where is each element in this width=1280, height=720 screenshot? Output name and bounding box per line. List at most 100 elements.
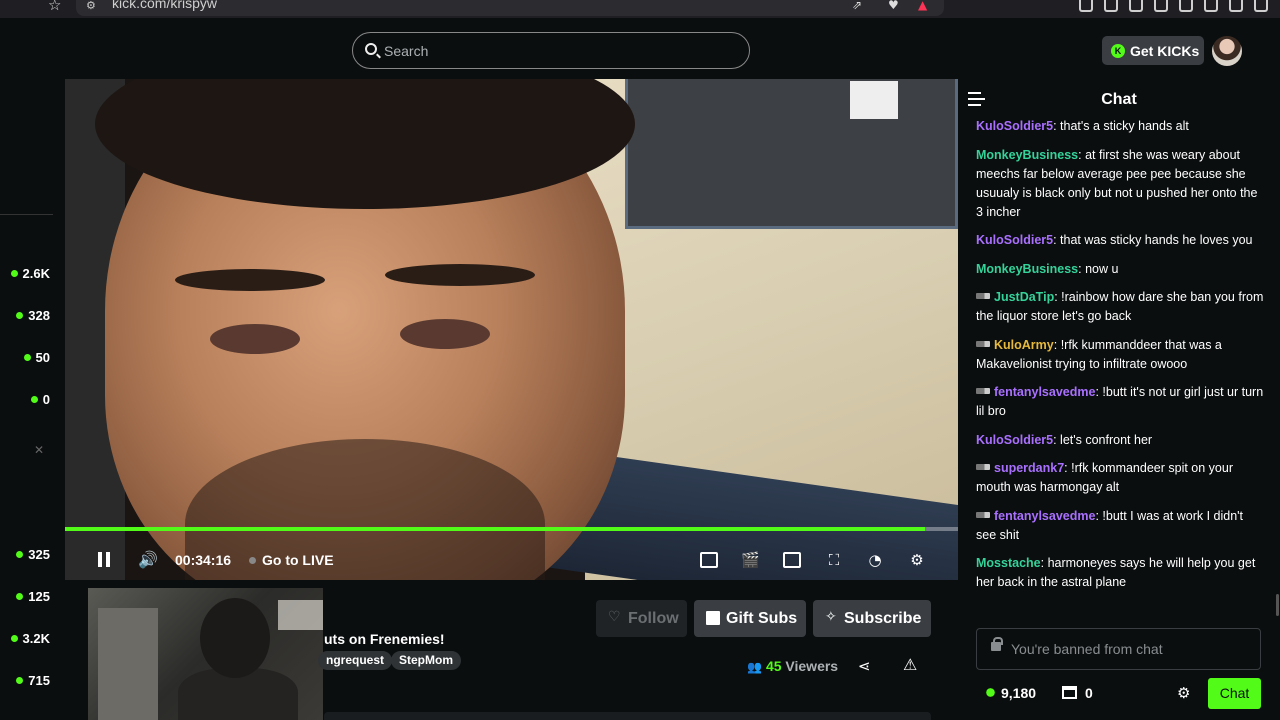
chat-input-banned: You're banned from chat bbox=[976, 628, 1261, 670]
chat-header: Chat bbox=[958, 79, 1280, 119]
sidebar-channel[interactable]: 0 bbox=[0, 392, 50, 407]
chat-badge-icon bbox=[976, 293, 990, 299]
viewers-icon: 👥 bbox=[747, 660, 762, 674]
store-button[interactable]: 0 bbox=[1062, 685, 1093, 701]
live-dot-icon bbox=[10, 270, 18, 277]
chat-messages: KuloSoldier5: that's a sticky hands alt M… bbox=[976, 117, 1266, 602]
sidebar-channel[interactable]: 325 bbox=[0, 547, 50, 562]
chat-separator: : bbox=[1053, 233, 1061, 247]
site-info-icon[interactable]: ⚙ bbox=[86, 0, 96, 12]
chat-username[interactable]: Mosstache bbox=[976, 556, 1041, 570]
browser-toolbar: ☆ ⚙ kick.com/krispyw ⇗ ♥ ▲ bbox=[0, 0, 1280, 18]
go-live-label: Go to LIVE bbox=[262, 552, 334, 568]
sparkle-icon: ✧ bbox=[825, 609, 837, 625]
points-icon bbox=[984, 686, 997, 699]
viewer-label: Viewers bbox=[781, 658, 839, 674]
chat-badge-icon bbox=[976, 511, 990, 518]
playback-speed-icon[interactable]: ◔ bbox=[866, 552, 884, 568]
report-warning-icon[interactable]: ⚠ bbox=[903, 655, 917, 674]
menu-icon[interactable] bbox=[1254, 0, 1268, 12]
channel-points[interactable]: 9,180 bbox=[984, 685, 1036, 701]
sidebar-channel[interactable]: 328 bbox=[0, 308, 50, 323]
sidebar-viewer-count: 50 bbox=[35, 350, 50, 365]
live-dot-icon bbox=[16, 593, 24, 600]
live-dot-icon bbox=[10, 635, 18, 642]
sidebar-channel[interactable]: 50 bbox=[0, 350, 50, 365]
browser-extension-icons bbox=[1079, 0, 1268, 14]
screenshot-icon[interactable] bbox=[1179, 0, 1193, 12]
sidebar-viewer-count: 3.2K bbox=[22, 631, 50, 646]
search-placeholder: Search bbox=[384, 43, 429, 59]
get-kicks-button[interactable]: K Get KICKs bbox=[1102, 36, 1204, 65]
chat-scrollbar[interactable] bbox=[1276, 594, 1279, 616]
follow-button[interactable]: ♡ Follow bbox=[596, 600, 687, 637]
chat-username[interactable]: KuloSoldier5 bbox=[976, 433, 1053, 447]
sidebar-icon[interactable] bbox=[1154, 0, 1168, 12]
wallet-icon[interactable] bbox=[1104, 0, 1118, 12]
user-avatar[interactable] bbox=[1212, 36, 1242, 66]
chat-message: KuloSoldier5: that's a sticky hands alt bbox=[976, 117, 1266, 136]
chat-message: MonkeyBusiness: now u bbox=[976, 260, 1266, 279]
chat-username[interactable]: fentanylsavedme bbox=[994, 385, 1095, 399]
chat-message: KuloSoldier5: that was sticky hands he l… bbox=[976, 231, 1266, 250]
chat-badge-icon bbox=[976, 464, 990, 470]
lock-icon bbox=[991, 637, 1003, 651]
chat-username[interactable]: superdank7 bbox=[994, 461, 1064, 475]
theater-mode-icon[interactable] bbox=[783, 552, 801, 568]
fullscreen-icon[interactable]: ⛶ bbox=[825, 552, 843, 568]
bookmark-icon[interactable]: ☆ bbox=[48, 0, 61, 14]
chat-settings-icon[interactable]: ⚙ bbox=[1177, 684, 1190, 702]
extensions-icon[interactable] bbox=[1079, 0, 1093, 12]
chat-title: Chat bbox=[1101, 91, 1137, 108]
chat-username[interactable]: JustDaTip bbox=[994, 290, 1054, 304]
brave-rewards-icon[interactable]: ▲ bbox=[918, 0, 927, 12]
chat-panel: Chat KuloSoldier5: that's a sticky hands… bbox=[958, 79, 1280, 720]
stream-tag[interactable]: StepMom bbox=[391, 651, 461, 670]
search-input[interactable]: Search bbox=[352, 32, 750, 69]
sidebar-channel[interactable]: 2.6K bbox=[0, 266, 50, 281]
miniplayer-icon[interactable] bbox=[700, 552, 718, 568]
store-icon bbox=[1062, 686, 1077, 699]
brave-shield-icon[interactable]: ♥ bbox=[888, 0, 899, 12]
chat-separator: : bbox=[1053, 432, 1061, 447]
below-panel bbox=[324, 712, 931, 720]
stream-tag[interactable]: ngrequest bbox=[318, 651, 393, 670]
gift-subs-button[interactable]: Gift Subs bbox=[694, 600, 806, 637]
chat-username[interactable]: fentanylsavedme bbox=[994, 509, 1095, 523]
sidebar-channel[interactable]: 125 bbox=[0, 589, 50, 604]
sidebar-viewer-count: 2.6K bbox=[22, 266, 50, 281]
sidebar-channel[interactable]: 715 bbox=[0, 673, 50, 688]
chat-send-button[interactable]: Chat bbox=[1208, 678, 1261, 709]
clip-icon[interactable]: 🎬 bbox=[741, 552, 760, 568]
download-icon[interactable] bbox=[1204, 0, 1218, 12]
video-player[interactable] bbox=[65, 79, 958, 580]
sidebar-viewer-count: 0 bbox=[42, 392, 50, 407]
hide-eye-icon[interactable]: ✕ bbox=[34, 443, 44, 457]
live-dot-icon bbox=[16, 312, 24, 319]
share-page-icon[interactable]: ⇗ bbox=[852, 0, 862, 12]
chat-username[interactable]: KuloArmy bbox=[994, 338, 1054, 352]
live-dot-icon bbox=[16, 551, 24, 558]
chat-username[interactable]: MonkeyBusiness bbox=[976, 262, 1078, 276]
heart-icon: ♡ bbox=[608, 609, 621, 625]
chat-username[interactable]: KuloSoldier5 bbox=[976, 233, 1053, 247]
pause-icon[interactable] bbox=[97, 550, 113, 570]
gift-subs-label: Gift Subs bbox=[726, 610, 798, 627]
address-bar[interactable]: ☆ ⚙ kick.com/krispyw ⇗ ♥ ▲ bbox=[48, 0, 944, 16]
viewer-count: 👥 45 Viewers bbox=[747, 658, 838, 674]
chat-text: now u bbox=[1085, 261, 1119, 276]
chat-username[interactable]: KuloSoldier5 bbox=[976, 119, 1053, 133]
chat-text: that was sticky hands he loves you bbox=[1060, 233, 1253, 247]
sidebar-viewer-count: 325 bbox=[28, 547, 50, 562]
go-to-live-button[interactable]: Go to LIVE bbox=[249, 552, 334, 568]
media-icon[interactable] bbox=[1129, 0, 1143, 12]
volume-icon[interactable]: 🔊 bbox=[138, 550, 158, 570]
share-icon[interactable]: ⋖ bbox=[858, 657, 871, 675]
sidebar-divider bbox=[0, 214, 53, 215]
video-progress-bar[interactable] bbox=[65, 527, 958, 531]
chat-username[interactable]: MonkeyBusiness bbox=[976, 148, 1078, 162]
vpn-icon[interactable] bbox=[1229, 0, 1243, 12]
settings-icon[interactable]: ⚙ bbox=[908, 552, 926, 568]
subscribe-button[interactable]: ✧ Subscribe bbox=[813, 600, 931, 637]
sidebar-channel[interactable]: 3.2K bbox=[0, 631, 50, 646]
